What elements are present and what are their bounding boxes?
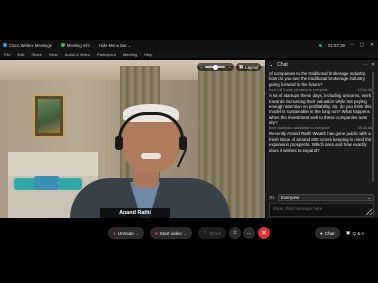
maximize-icon[interactable]: ▢ [359, 42, 365, 48]
chevron-down-icon: ⌄ [127, 42, 132, 48]
menu-share[interactable]: Share [31, 52, 42, 57]
share-button[interactable]: ⇪ Share [198, 227, 227, 239]
meeting-info-button[interactable]: Meeting Info [60, 42, 90, 48]
chat-header: ⌄ Chat ⋯ ✕ [266, 60, 378, 70]
zoom-in-icon[interactable]: + [228, 65, 230, 70]
layout-label: Layout [245, 64, 259, 70]
chat-recipient-row: To: Everyone ⌄ [269, 193, 374, 202]
menu-edit[interactable]: Edit [17, 52, 24, 57]
pillow-blue [34, 176, 60, 190]
speaker-video[interactable] [0, 60, 265, 218]
share-icon: ⇪ [203, 230, 207, 235]
speaker-name-tag: Anand Rathi [100, 208, 170, 218]
start-video-label: Start video [159, 230, 182, 236]
hide-menu-bar-button[interactable]: Hide Menu Bar ⌄ [99, 43, 131, 48]
video-off-icon: ■ [155, 230, 158, 236]
layout-grid-icon: ▦ [239, 64, 244, 69]
menu-audio-video[interactable]: Audio & Video [65, 52, 90, 57]
qa-button[interactable]: ▣ Q & A [346, 227, 364, 239]
popout-icon[interactable]: ⋯ [363, 62, 368, 68]
person-mustache [141, 153, 161, 159]
menu-meeting[interactable]: Meeting [123, 52, 137, 57]
chat-toggle-label: Chat [324, 230, 335, 236]
qa-label: Q & A [352, 230, 365, 236]
to-label: To: [269, 195, 275, 200]
start-video-button[interactable]: ■ Start video ⌄ [150, 227, 192, 239]
menu-bar: File Edit Share View Audio & Video Parti… [0, 50, 378, 58]
menu-help[interactable]: Help [144, 52, 152, 57]
zoom-control[interactable]: − + [197, 63, 234, 71]
collapse-chevron-icon[interactable]: ⌄ [269, 62, 273, 68]
chevron-down-icon: ⌄ [367, 194, 371, 200]
share-label: Share [208, 230, 222, 236]
close-chat-icon[interactable]: ✕ [371, 62, 375, 68]
app-name: Cisco Webex Meetings [9, 42, 52, 48]
zoom-out-icon[interactable]: − [200, 65, 202, 70]
recording-indicator-icon [318, 43, 322, 47]
wall-painting [33, 94, 65, 138]
menu-participant[interactable]: Participant [97, 52, 116, 57]
chevron-down-icon[interactable]: ⌄ [184, 231, 187, 236]
meeting-timer: 01:57:39 [327, 42, 345, 48]
chat-message-text: Recently Anand Rathi Wealth has gone pub… [269, 131, 372, 153]
minimize-icon[interactable]: – [349, 42, 355, 48]
title-bar: Cisco Webex Meetings Meeting Info Hide M… [0, 40, 378, 50]
close-icon[interactable]: ✕ [369, 42, 375, 48]
chat-message-input[interactable] [269, 203, 374, 217]
unmute-label: Unmute [117, 230, 134, 236]
microphone-muted-icon: ● [113, 230, 116, 236]
chat-message-text: how do you see the traditional brokerage… [269, 76, 365, 87]
hide-menu-label: Hide Menu Bar [98, 42, 127, 48]
pillow-teal-right [58, 178, 82, 190]
more-options-button[interactable]: ... [243, 227, 255, 239]
chat-title: Chat [277, 62, 288, 68]
layout-button[interactable]: ▦ Layout [236, 63, 262, 71]
reactions-button[interactable]: ☺ [229, 227, 241, 239]
menu-file[interactable]: File [4, 52, 10, 57]
recipient-value: Everyone [280, 195, 300, 200]
leave-meeting-button[interactable]: ✕ [258, 227, 270, 239]
headset-left-ear [115, 136, 123, 150]
webex-logo-icon [3, 43, 7, 47]
zoom-slider[interactable] [205, 64, 226, 70]
unmute-button[interactable]: ● Unmute ⌄ [108, 227, 145, 239]
zoom-slider-knob[interactable] [213, 64, 219, 70]
recipient-select[interactable]: Everyone ⌄ [277, 194, 374, 201]
headboard [8, 152, 98, 176]
qa-icon: ▣ [346, 230, 351, 235]
menu-view[interactable]: View [49, 52, 58, 57]
chat-toggle-button[interactable]: ● Chat [315, 227, 340, 239]
app-title: Cisco Webex Meetings [3, 43, 52, 48]
chevron-down-icon[interactable]: ⌄ [136, 231, 139, 236]
meeting-info-label: Meeting Info [66, 42, 90, 48]
info-icon [60, 43, 65, 47]
chat-message-text: A lot of startups these days, including … [269, 93, 372, 126]
chat-messages: of companies to the traditional brokerag… [269, 71, 373, 198]
chat-bubble-icon: ● [320, 230, 323, 236]
more-icon: ... [246, 230, 252, 236]
smiley-icon: ☺ [231, 230, 239, 236]
chat-scrollbar[interactable] [372, 72, 374, 182]
leave-icon: ✕ [261, 230, 267, 237]
